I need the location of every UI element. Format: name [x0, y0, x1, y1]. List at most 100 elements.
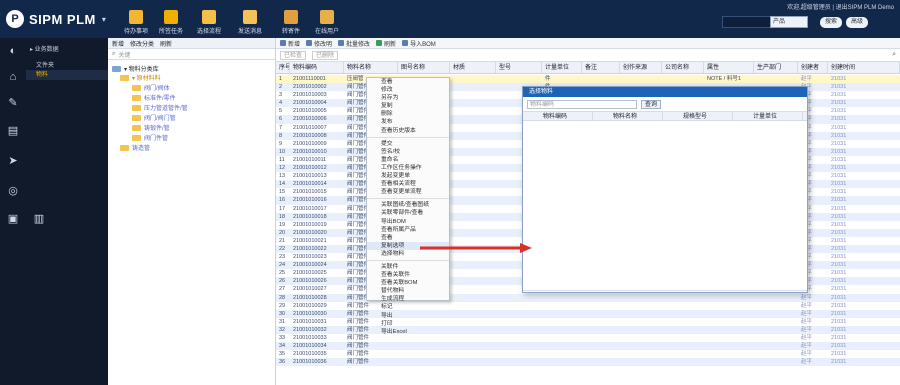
table-cell: 7 [279, 124, 283, 131]
context-menu-item[interactable]: 关联件 [367, 263, 449, 271]
collapse-icon[interactable]: ◐ [6, 44, 20, 58]
dialog-search-button[interactable]: 查询 [641, 99, 662, 109]
dialog-col-code[interactable]: 物料编码 [523, 112, 593, 120]
menu-item-selected[interactable]: 物料 [26, 70, 108, 80]
process-button[interactable]: 选择流程 [191, 10, 227, 35]
context-menu-item[interactable]: 查看关联件 [367, 271, 449, 279]
chart-icon[interactable]: ▣ [6, 212, 20, 226]
col-header-material[interactable]: 材质 [450, 62, 496, 73]
table-cell [542, 334, 582, 342]
tasks-button[interactable]: 所签任务 [153, 10, 189, 35]
context-menu-item[interactable]: 查看 [367, 78, 449, 86]
tree-node[interactable]: 阀门/阀门管 [132, 113, 176, 122]
tree-node[interactable]: 铸造管 [120, 143, 150, 152]
table-cell [450, 261, 496, 269]
col-header-index[interactable]: 序号 [276, 62, 290, 73]
col-header-attr[interactable]: 属性 [704, 62, 754, 73]
tree-node[interactable]: 标准件/零件 [132, 93, 176, 102]
col-header-company[interactable]: 公司名称 [662, 62, 704, 73]
globe-icon[interactable]: ◎ [6, 184, 20, 198]
home-icon[interactable]: ⌂ [6, 70, 20, 84]
table-row[interactable]: 36 21001010036 阀门管件 赵平 21031 [276, 358, 900, 367]
tree-search-input[interactable]: 关键 [118, 50, 130, 59]
grid-new-button[interactable]: 新增 [280, 39, 300, 48]
todo-button[interactable]: 待办事项 [118, 10, 154, 35]
menu-group[interactable]: 文件夹 [36, 60, 54, 69]
context-menu-item[interactable]: 提交 [367, 140, 449, 148]
send-icon[interactable]: ➤ [6, 154, 20, 168]
tree-node[interactable]: 压力管道管件/管 [132, 103, 188, 112]
col-header-unit[interactable]: 计量单位 [542, 62, 582, 73]
tree-refresh-button[interactable]: 刷新 [160, 39, 172, 48]
context-menu-item[interactable]: 关联零部件/查看 [367, 209, 449, 217]
col-header-drawing[interactable]: 图号名称 [398, 62, 450, 73]
tree-node[interactable]: 铸锻件/管 [132, 123, 170, 132]
search-icon[interactable]: ⌕ [892, 51, 896, 59]
tree-new-button[interactable]: 新增 [112, 39, 124, 48]
context-menu-item[interactable]: 复制 [367, 102, 449, 110]
context-menu-item[interactable]: 工作区任务操作 [367, 164, 449, 172]
table-cell [620, 342, 662, 350]
context-menu-item[interactable]: 导出BOM [367, 218, 449, 226]
context-menu-item[interactable]: 发起变更单 [367, 172, 449, 180]
col-header-created[interactable]: 创建时间 [828, 62, 900, 73]
search-button[interactable]: 搜索 [820, 17, 842, 28]
table-cell: 21001010019 [293, 221, 327, 228]
col-header-source[interactable]: 创作来源 [620, 62, 662, 73]
send-message-button[interactable]: 发送消息 [232, 10, 268, 35]
col-header-creator[interactable]: 创建者 [798, 62, 828, 73]
tree-edit-button[interactable]: 修改分类 [130, 39, 154, 48]
context-menu-item[interactable]: 查看所属产品 [367, 226, 449, 234]
app-logo[interactable]: P SIPM PLM ▾ [6, 9, 106, 29]
dialog-col-unit[interactable]: 计量单位 [733, 112, 803, 120]
context-menu-item[interactable]: 查看变更单流程 [367, 188, 449, 196]
col-header-dept[interactable]: 生产部门 [754, 62, 798, 73]
context-menu-item[interactable]: 打印 [367, 320, 449, 328]
context-menu-item[interactable]: 查看相关流程 [367, 180, 449, 188]
chevron-down-icon[interactable]: ▾ [102, 15, 106, 24]
context-menu-item[interactable]: 查看历史版本 [367, 127, 449, 135]
tree-node[interactable]: 阀门件管 [132, 133, 168, 142]
menu-section-title[interactable]: ▸ 业务数据 [30, 44, 59, 53]
context-menu-item[interactable]: 生成流程 [367, 295, 449, 303]
advanced-search-button[interactable]: 高级 [846, 17, 868, 28]
context-menu-item[interactable]: 发布 [367, 118, 449, 126]
table-row[interactable]: 34 21001010034 阀门管件 赵平 21031 [276, 342, 900, 351]
grid-import-bom-button[interactable]: 导入BOM [402, 39, 436, 48]
context-menu-item[interactable]: 关联图纸/查看图纸 [367, 201, 449, 209]
context-menu-item[interactable]: 查看关联BOM [367, 279, 449, 287]
book-icon[interactable]: ▥ [32, 212, 46, 226]
online-users-button[interactable]: 在线用户 [309, 10, 345, 35]
context-menu-item[interactable]: 删除 [367, 110, 449, 118]
context-menu-item[interactable]: 重命名 [367, 156, 449, 164]
grid-batch-edit-button[interactable]: 批量修改 [338, 39, 370, 48]
context-menu-item[interactable]: 替代物料 [367, 287, 449, 295]
col-header-code[interactable]: 物料编码 [290, 62, 344, 73]
tree-node[interactable]: 阀门/阀体 [132, 83, 170, 92]
tree-node[interactable]: ▾ 原材料料 [120, 73, 161, 82]
context-menu-item[interactable]: 修改 [367, 86, 449, 94]
dialog-col-name[interactable]: 物料名称 [593, 112, 663, 120]
search-scope-select[interactable]: 产品 [770, 16, 808, 28]
context-menu-item[interactable]: 查看 [367, 234, 449, 242]
grid-edit-button[interactable]: 修改明 [306, 39, 332, 48]
context-menu-item[interactable]: 另存为 [367, 94, 449, 102]
dialog-col-spec[interactable]: 规格型号 [663, 112, 733, 120]
col-header-name[interactable]: 物料名称 [344, 62, 398, 73]
edit-icon[interactable]: ✎ [6, 96, 20, 110]
tree-node-root[interactable]: ▾ 物料分类库 [112, 64, 159, 73]
document-icon[interactable]: ▤ [6, 124, 20, 138]
context-menu-item[interactable]: 导出Excel [367, 328, 449, 336]
forward-button[interactable]: 转寄件 [273, 10, 309, 35]
table-cell [496, 302, 542, 310]
filter-checked-button[interactable]: 已检查 [280, 50, 307, 60]
table-row[interactable]: 35 21001010035 阀门管件 赵平 21031 [276, 350, 900, 358]
col-header-model[interactable]: 型号 [496, 62, 542, 73]
col-header-remark[interactable]: 备注 [582, 62, 620, 73]
grid-refresh-button[interactable]: 刷新 [376, 39, 396, 48]
filter-deleted-button[interactable]: 已删除 [312, 50, 339, 60]
context-menu-item[interactable]: 导出 [367, 312, 449, 320]
context-menu-item[interactable]: 签名/校 [367, 148, 449, 156]
dialog-search-input[interactable]: 物料编码 [527, 99, 637, 109]
context-menu-item[interactable]: 标记 [367, 303, 449, 311]
